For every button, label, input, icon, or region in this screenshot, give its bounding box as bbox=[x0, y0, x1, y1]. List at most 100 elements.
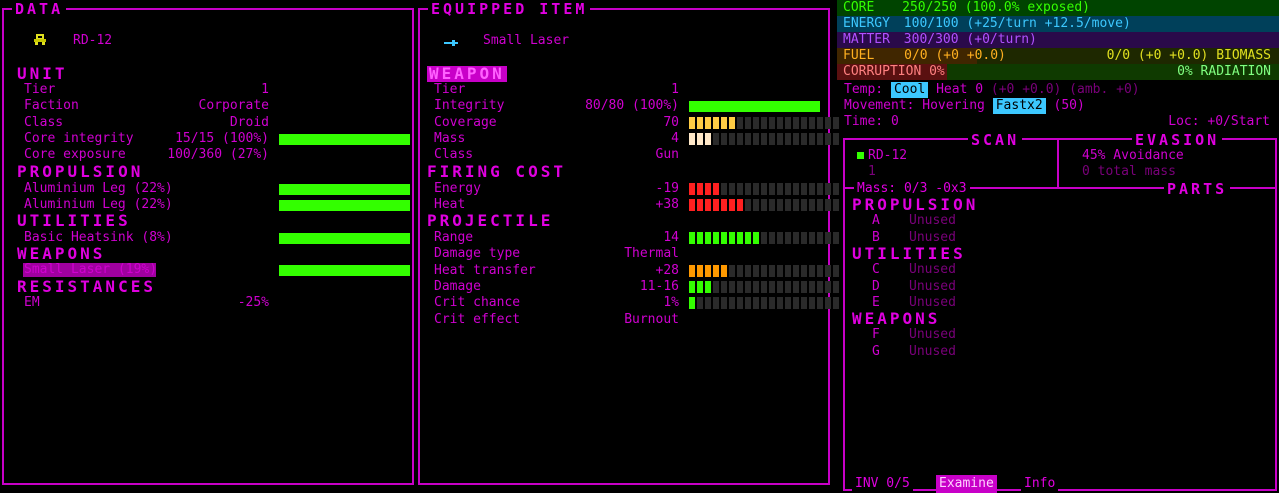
part-slot[interactable]: D Unused bbox=[872, 279, 1172, 295]
weapon-stat-row-value: 1 bbox=[671, 82, 679, 97]
projectile-stat-row-bar-segment bbox=[777, 280, 783, 293]
projectile-stat-row-label: Range bbox=[434, 230, 474, 245]
firing-cost-row-bar-segment bbox=[713, 199, 719, 212]
inv-tab[interactable]: INV 0/5 bbox=[852, 475, 913, 493]
data-panel-title: DATA bbox=[12, 0, 67, 18]
weapon-stat-row-bar-segment bbox=[697, 116, 703, 129]
core-stripe: CORE 250/250 (100.0% exposed) bbox=[837, 0, 1279, 16]
projectile-stat-row-bar-segment bbox=[753, 280, 759, 293]
info-tab[interactable]: Info bbox=[1021, 475, 1059, 493]
weapon-stat-row-bar-segment bbox=[713, 116, 719, 129]
projectile-stat-row-bar-segment bbox=[689, 280, 695, 293]
weapon-stat-row-bar-segment bbox=[737, 132, 743, 145]
weapon-stat-row-bar-segment bbox=[705, 132, 711, 145]
firing-cost-row-bar-segment bbox=[817, 199, 823, 212]
projectile-stat-row-bar-segment bbox=[777, 232, 783, 244]
weapon-stat-row-bar-segment bbox=[745, 116, 751, 129]
projectile-stat-row-bar-segment bbox=[833, 232, 839, 244]
parts-group-header: PROPULSION bbox=[852, 195, 979, 214]
weapon-stat-row: Coverage 70 bbox=[0, 115, 1279, 131]
firing-cost-row-bar-segment bbox=[745, 199, 751, 212]
projectile-stat-row-bar-segment bbox=[809, 264, 815, 277]
projectile-stat-row-bar-segment bbox=[689, 232, 695, 244]
weapon-stat-row-value: 4 bbox=[671, 130, 679, 146]
section-projectile: PROJECTILE bbox=[427, 211, 554, 230]
weapon-stat-row-bar-segment bbox=[689, 132, 695, 145]
projectile-stat-row-bar-segment bbox=[713, 264, 719, 277]
part-slot[interactable]: G Unused bbox=[872, 344, 1172, 360]
weapon-stat-row-label: Integrity bbox=[434, 98, 505, 114]
weapon-stat-row-value: 70 bbox=[663, 114, 679, 130]
projectile-stat-row-bar bbox=[689, 297, 839, 310]
fuel-value: 0/0 (+0 +0.0) bbox=[904, 48, 1006, 63]
firing-cost-row-bar-segment bbox=[809, 199, 815, 212]
part-slot[interactable]: A Unused bbox=[872, 213, 1172, 229]
projectile-stat-row-bar-segment bbox=[785, 232, 791, 244]
projectile-stat-row-bar-segment bbox=[817, 297, 823, 310]
firing-cost-row-bar-segment bbox=[729, 199, 735, 212]
movement-label: Movement: Hovering bbox=[844, 98, 985, 113]
firing-cost-row-bar-segment bbox=[705, 199, 711, 212]
projectile-stat-row-bar-segment bbox=[769, 232, 775, 244]
firing-cost-row-label: Energy bbox=[434, 181, 481, 196]
parts-group-header: WEAPONS bbox=[852, 309, 941, 329]
weapon-stat-row-bar-segment bbox=[753, 116, 759, 129]
projectile-stat-row-bar-segment bbox=[721, 297, 727, 310]
corruption-value: CORRUPTION 0% bbox=[843, 64, 945, 79]
projectile-stat-row-bar-segment bbox=[697, 280, 703, 293]
laser-icon bbox=[444, 36, 458, 46]
projectile-stat-row-bar-segment bbox=[689, 297, 695, 310]
projectile-stat-row-label: Damage bbox=[434, 278, 481, 294]
projectile-stat-row-bar-segment bbox=[817, 280, 823, 293]
projectile-stat-row-bar-segment bbox=[745, 280, 751, 293]
target-name[interactable]: RD-12 bbox=[868, 148, 907, 164]
projectile-stat-row-bar-segment bbox=[689, 264, 695, 277]
projectile-stat-row-bar-segment bbox=[761, 264, 767, 277]
weapon-stat-row-bar-segment bbox=[713, 132, 719, 145]
part-slot-key: A bbox=[872, 213, 880, 229]
fuel-label: FUEL bbox=[843, 48, 875, 63]
firing-cost-row-bar-segment bbox=[729, 183, 735, 195]
firing-cost-row-bar-segment bbox=[785, 183, 791, 195]
firing-cost-row-bar-segment bbox=[801, 183, 807, 195]
projectile-stat-row-bar-segment bbox=[809, 297, 815, 310]
projectile-stat-row-bar-segment bbox=[801, 280, 807, 293]
biomass-value: 0/0 (+0 +0.0) BIOMASS bbox=[1106, 48, 1271, 63]
weapon-stat-row-bar-segment bbox=[721, 132, 727, 145]
examine-tab[interactable]: Examine bbox=[936, 475, 997, 493]
weapon-stat-row-bar-segment bbox=[801, 116, 807, 129]
projectile-stat-row-bar-segment bbox=[705, 264, 711, 277]
firing-cost-row-bar-segment bbox=[689, 199, 695, 212]
weapon-stat-row-label: Tier bbox=[434, 82, 466, 97]
firing-cost-row-label: Heat bbox=[434, 197, 466, 213]
projectile-stat-row-bar-segment bbox=[793, 280, 799, 293]
part-slot[interactable]: F Unused bbox=[872, 327, 1172, 343]
firing-cost-row-value: -19 bbox=[655, 181, 679, 196]
total-mass-value: 0 total mass bbox=[1082, 164, 1176, 179]
scan-divider-vertical bbox=[1057, 138, 1059, 188]
weapon-stat-row-bar-segment bbox=[721, 116, 727, 129]
projectile-stat-row-bar-segment bbox=[713, 280, 719, 293]
matter-label: MATTER bbox=[843, 32, 890, 47]
firing-cost-row-bar-segment bbox=[833, 199, 839, 212]
projectile-stat-row-bar-segment bbox=[737, 264, 743, 277]
projectile-stat-row-bar-segment bbox=[809, 232, 815, 244]
part-slot[interactable]: C Unused bbox=[872, 262, 1172, 278]
firing-cost-row-bar-segment bbox=[689, 183, 695, 195]
firing-cost-row-bar-segment bbox=[825, 183, 831, 195]
firing-cost-row-bar-segment bbox=[737, 199, 743, 212]
projectile-stat-row-bar-segment bbox=[721, 232, 727, 244]
weapon-stat-row-bar-segment bbox=[793, 132, 799, 145]
projectile-stat-row-bar-segment bbox=[817, 264, 823, 277]
temperature-line: Temp: Cool Heat 0 (+0 +0.0) (amb. +0) bbox=[844, 82, 1140, 98]
firing-cost-row-bar-segment bbox=[785, 199, 791, 212]
firing-cost-row-bar-segment bbox=[753, 199, 759, 212]
projectile-stat-row-bar bbox=[689, 280, 839, 293]
projectile-stat-row-bar-segment bbox=[721, 280, 727, 293]
parts-group-header: UTILITIES bbox=[852, 243, 966, 263]
evasion-title: EVASION bbox=[1132, 131, 1223, 149]
projectile-stat-row-bar-segment bbox=[737, 232, 743, 244]
projectile-stat-row-bar-segment bbox=[729, 232, 735, 244]
weapon-stat-row-bar-segment bbox=[825, 116, 831, 129]
target-sub: 1 bbox=[868, 164, 876, 179]
